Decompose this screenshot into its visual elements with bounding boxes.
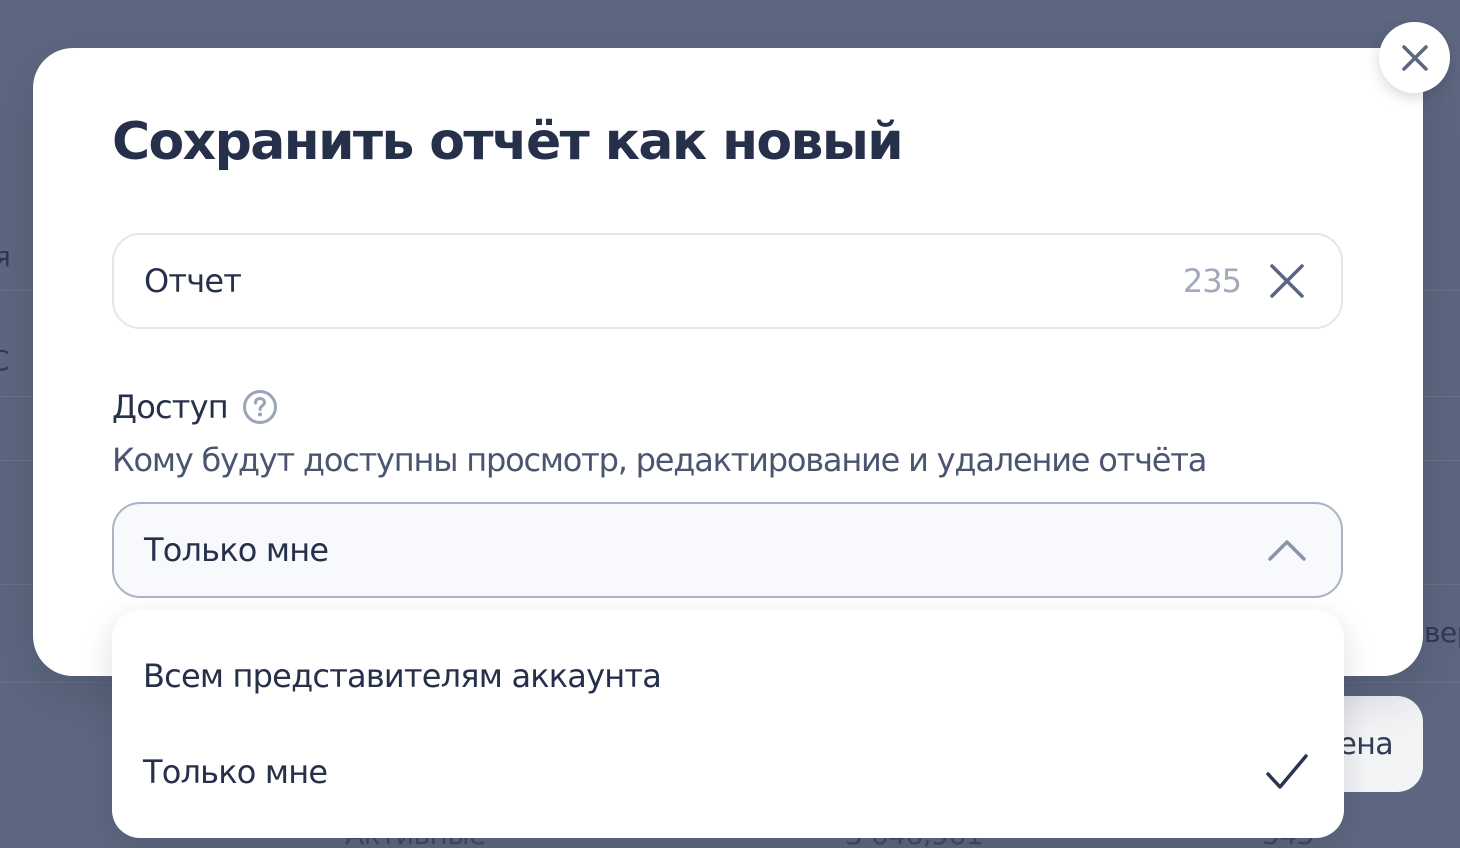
char-counter: 235 [1182,262,1242,300]
chevron-up-icon [1267,530,1307,570]
dropdown-option-only-me[interactable]: Только мне [112,724,1344,820]
option-label: Всем представителям аккаунта [143,657,662,695]
report-name-input[interactable] [144,262,1183,300]
access-description: Кому будут доступны просмотр, редактиров… [112,441,1207,479]
report-name-field[interactable]: 235 [112,233,1343,329]
access-select[interactable]: Только мне [112,502,1343,598]
close-icon[interactable] [1379,22,1450,93]
question-circle-icon[interactable] [242,389,278,425]
option-label: Только мне [143,753,328,791]
access-label: Доступ [112,388,229,426]
checkmark-icon [1264,749,1310,795]
dialog-title: Сохранить отчёт как новый [112,112,904,172]
save-report-dialog: Сохранить отчёт как новый 235 Доступ Ком… [33,48,1423,676]
bg-text-fragment: я [0,240,11,273]
dropdown-option-all-representatives[interactable]: Всем представителям аккаунта [112,628,1344,724]
access-label-row: Доступ [112,388,278,426]
access-dropdown-menu: Всем представителям аккаунта Только мне [112,610,1344,838]
access-select-value: Только мне [144,531,329,569]
bg-text-fragment: С [0,344,10,377]
bg-button-label: ена [1338,726,1393,762]
clear-icon[interactable] [1267,261,1307,301]
bg-text-fragment: вер [1424,616,1460,649]
